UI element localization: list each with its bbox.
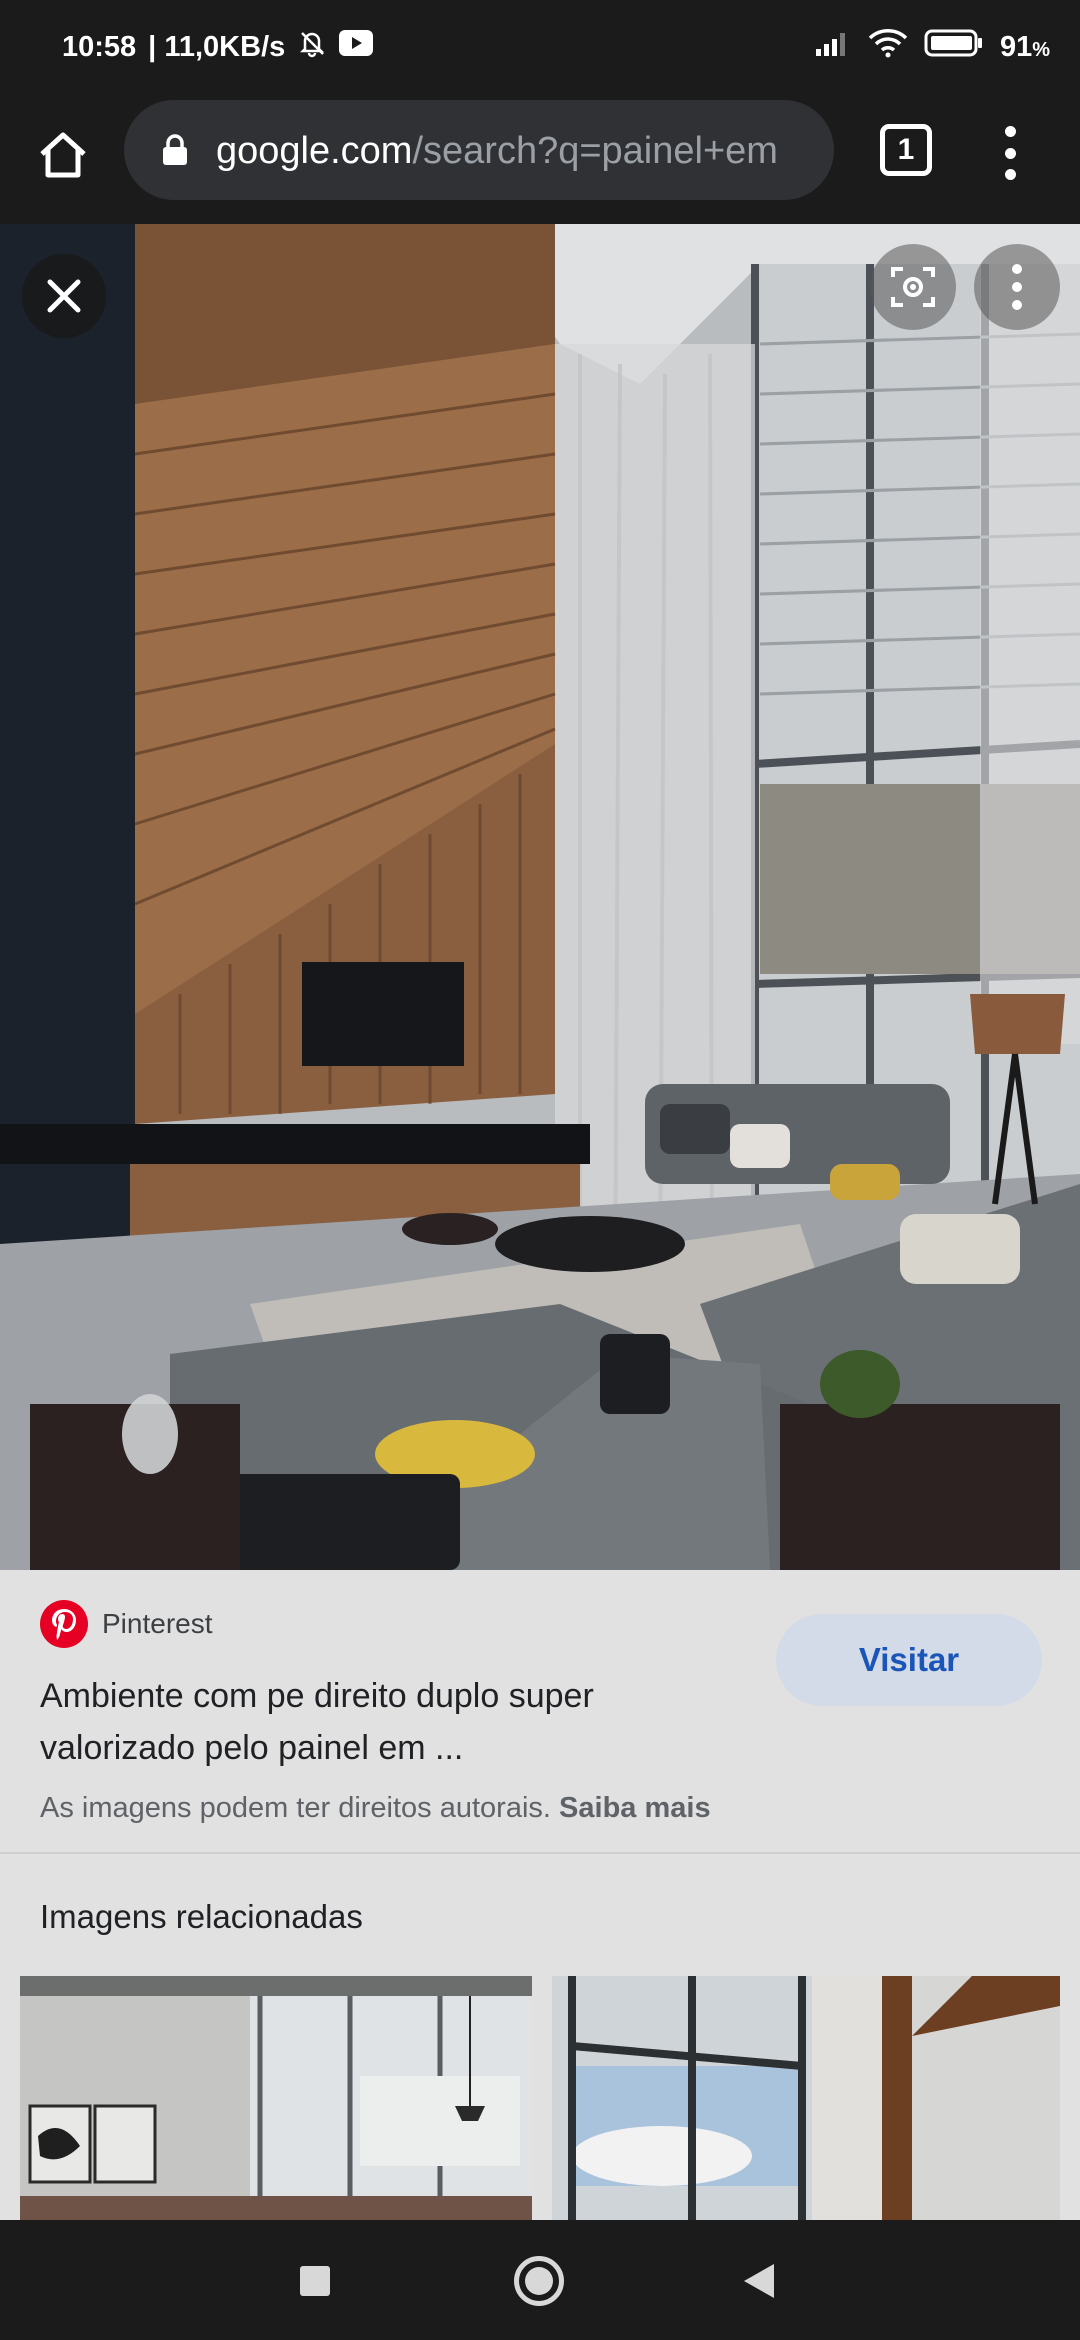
url-text: google.com/search?q=painel+em — [216, 130, 816, 173]
more-options-button[interactable] — [974, 244, 1060, 330]
image-source[interactable]: Pinterest — [40, 1600, 213, 1648]
result-title[interactable]: Ambiente com pe direito duplo super valo… — [40, 1670, 740, 1774]
pinterest-logo-icon — [40, 1600, 88, 1648]
wifi-icon — [868, 28, 908, 66]
browser-toolbar: google.com/search?q=painel+em 1 — [0, 96, 1080, 224]
url-path: /search?q=painel+em — [412, 130, 778, 172]
battery-icon — [924, 28, 984, 66]
home-button[interactable] — [30, 122, 96, 188]
back-button[interactable] — [744, 2264, 774, 2298]
status-left: 10:58 | 11,0KB/s — [62, 28, 374, 66]
section-divider — [0, 1852, 1080, 1854]
battery-percent-symbol: % — [1032, 38, 1050, 61]
lock-icon — [162, 134, 188, 171]
copyright-text: As imagens podem ter direitos autorais. — [40, 1792, 551, 1824]
learn-more-link[interactable]: Saiba mais — [559, 1792, 711, 1824]
system-navigation-bar — [0, 2220, 1080, 2340]
source-name: Pinterest — [102, 1608, 213, 1639]
close-icon — [47, 279, 81, 313]
youtube-icon — [339, 30, 374, 64]
related-images-heading: Imagens relacionadas — [40, 1898, 363, 1935]
lens-search-button[interactable] — [870, 244, 956, 330]
close-button[interactable] — [22, 254, 106, 338]
related-image-2[interactable] — [552, 1976, 1060, 2220]
copyright-notice: As imagens podem ter direitos autorais. … — [40, 1792, 711, 1825]
recent-apps-button[interactable] — [300, 2266, 330, 2296]
battery-percent: 91 — [999, 30, 1033, 63]
signal-icon — [814, 29, 852, 65]
system-home-button[interactable] — [514, 2256, 564, 2306]
tab-count: 1 — [897, 133, 915, 166]
url-domain: google.com — [216, 130, 413, 172]
image-info-panel: Pinterest Ambiente com pe direito duplo … — [0, 1570, 1080, 1850]
address-bar[interactable]: google.com/search?q=painel+em — [124, 100, 834, 200]
status-net-speed: | 11,0KB/s — [148, 30, 286, 63]
living-room-image — [0, 224, 1080, 1570]
image-preview[interactable] — [0, 224, 1080, 1570]
status-time: 10:58 — [62, 30, 137, 63]
browser-menu-button[interactable] — [990, 120, 1030, 186]
status-right: 91% — [814, 28, 1050, 66]
visit-button[interactable]: Visitar — [776, 1614, 1042, 1706]
related-image-1[interactable] — [20, 1976, 532, 2220]
home-icon — [40, 132, 86, 178]
tab-switcher-button[interactable]: 1 — [880, 124, 932, 176]
status-bar: 10:58 | 11,0KB/s 91% — [0, 0, 1080, 96]
lens-icon — [891, 267, 935, 307]
mute-bell-icon — [297, 28, 327, 66]
